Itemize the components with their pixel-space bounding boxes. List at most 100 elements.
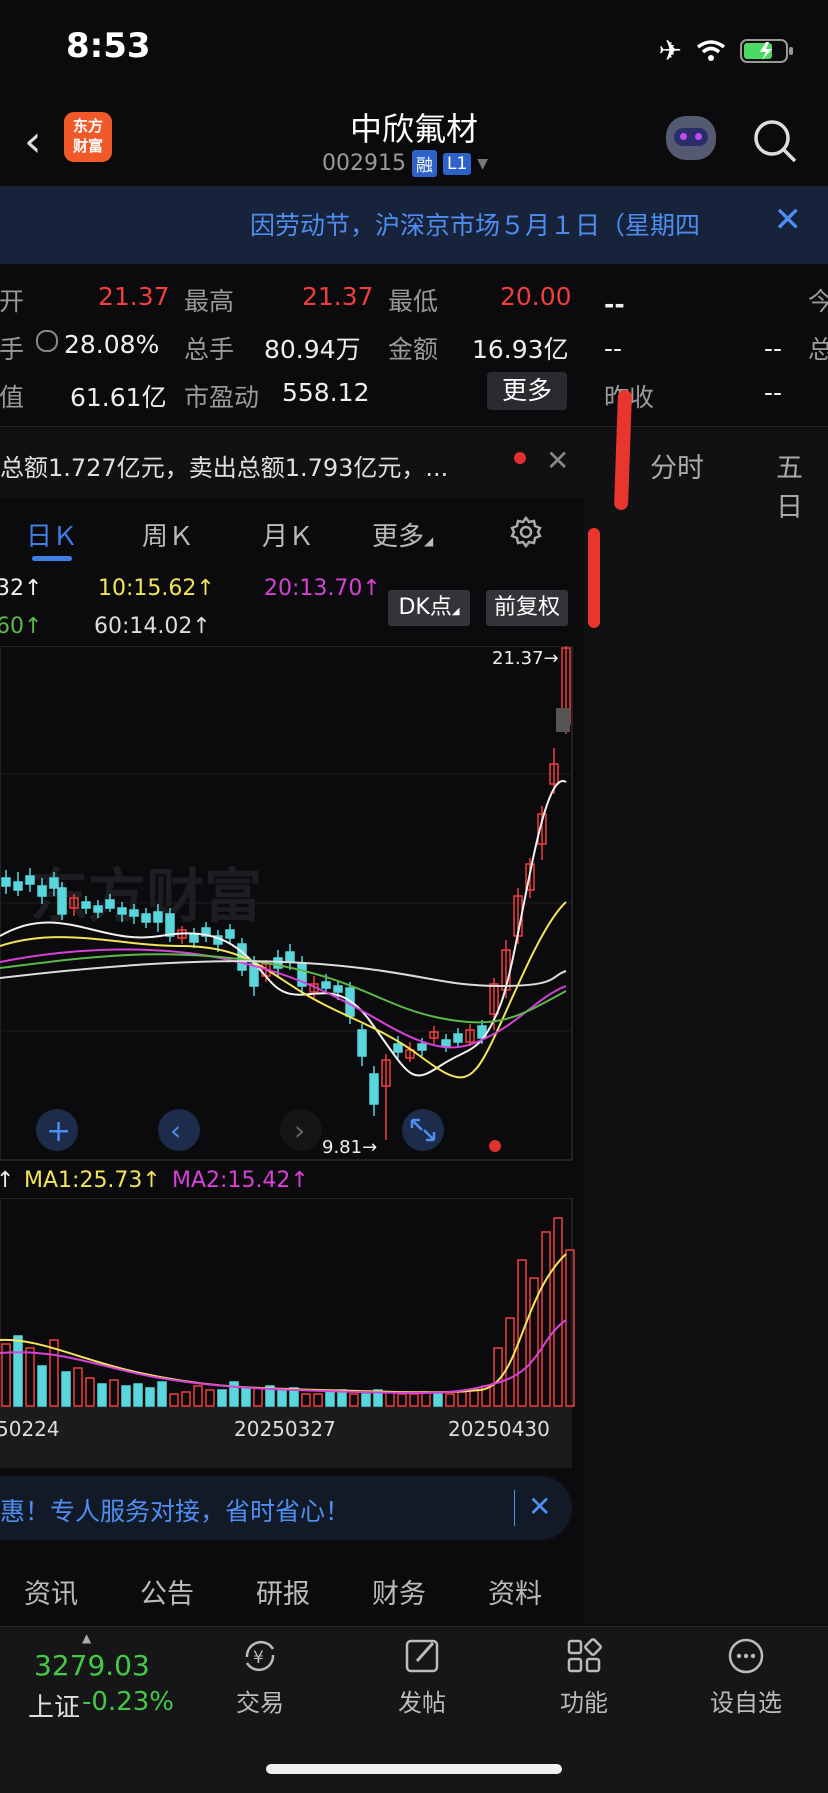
divider	[0, 426, 828, 427]
candle-body	[165, 913, 175, 937]
yen-cycle-icon: ¥	[245, 1640, 275, 1672]
candle-body	[393, 1043, 403, 1053]
trade-summary-ticker[interactable]: 总额1.727亿元，卖出总额1.793亿元，...	[0, 428, 584, 498]
volume-bar	[85, 1377, 95, 1407]
volume-chart[interactable]: 50224 20250327 20250430	[0, 1198, 584, 1468]
vol-legend-prefix: ↑	[0, 1168, 15, 1193]
close-icon[interactable]: ✕	[774, 200, 803, 240]
stock-code-group[interactable]: 002915 融 L1 ▼	[322, 150, 488, 177]
tab-more[interactable]: 更多◢	[372, 516, 433, 553]
quote-label: 今开	[0, 287, 25, 316]
candle-body	[1, 877, 11, 887]
candle-body	[13, 881, 23, 891]
volume-bar	[157, 1381, 167, 1407]
add-watchlist-button[interactable]: 设自选	[686, 1635, 806, 1718]
info-icon[interactable]	[36, 330, 58, 352]
status-icons: ✈	[659, 34, 794, 67]
candle-body	[81, 901, 91, 909]
quote-label: 最高	[184, 287, 235, 316]
candle-body	[357, 1029, 367, 1057]
volume-bar	[565, 1249, 575, 1407]
post-button[interactable]: 发帖	[362, 1635, 482, 1718]
close-icon[interactable]: ✕	[528, 1490, 551, 1523]
candle-body	[105, 899, 115, 909]
candle-body	[153, 911, 163, 923]
intraday-panel: 分时 五日	[584, 389, 828, 1624]
quote-amount: 16.93亿	[472, 335, 569, 364]
quote-prev-close: --	[764, 378, 783, 407]
volume-bar	[109, 1379, 119, 1407]
holiday-notice[interactable]: 因劳动节，沪深京市场５月１日（星期四 ✕	[0, 186, 828, 264]
functions-label: 功能	[560, 1689, 608, 1717]
kline-chart[interactable]: 东方财富 21.37→ 9.81→ + ‹ ›	[0, 646, 584, 1166]
dk-point-button[interactable]: DK点◢	[388, 590, 470, 626]
robot-assistant-icon[interactable]	[666, 116, 716, 160]
info-tabs: 资讯 公告 研报 财务 资料	[0, 1554, 584, 1624]
tab-month-k[interactable]: 月Ｋ	[262, 516, 314, 553]
volume-bar	[325, 1391, 335, 1407]
tab-day-k[interactable]: 日Ｋ	[26, 516, 78, 553]
tab-news[interactable]: 资讯	[24, 1572, 78, 1611]
functions-button[interactable]: 功能	[524, 1635, 644, 1718]
index-value[interactable]: 3279.03	[34, 1649, 150, 1682]
forward-adjust-button[interactable]: 前复权	[486, 590, 568, 626]
tab-week-k[interactable]: 周Ｋ	[142, 516, 194, 553]
tab-announcements[interactable]: 公告	[140, 1572, 194, 1611]
caret-up-icon[interactable]: ▲	[82, 1631, 91, 1645]
quote-volume: 80.94万	[264, 335, 361, 364]
gear-icon[interactable]	[508, 514, 544, 550]
grid-icon	[567, 1638, 602, 1673]
close-icon[interactable]: ✕	[546, 444, 569, 477]
candle-body	[417, 1043, 427, 1051]
candle-body	[37, 885, 47, 897]
quote-label: 换手	[0, 335, 25, 364]
tab-intraday[interactable]: 分时	[650, 446, 704, 485]
quote-right-value: --	[604, 290, 625, 319]
volume-bar	[205, 1389, 215, 1407]
search-icon[interactable]	[752, 118, 798, 164]
candle-body	[285, 951, 295, 963]
service-ad-banner[interactable]: 惠！专人服务对接，省时省心！ ✕	[0, 1476, 572, 1540]
stock-code: 002915	[322, 151, 406, 176]
ma10-legend: 10:15.62↑	[98, 576, 215, 601]
level-tag: L1	[442, 152, 472, 175]
volume-bar	[409, 1393, 419, 1407]
tab-research[interactable]: 研报	[256, 1572, 310, 1611]
vol-ma1-legend: MA1:25.73↑	[24, 1168, 161, 1193]
volume-bar	[25, 1347, 35, 1407]
date-tick: 50224	[0, 1417, 60, 1441]
volume-bar	[301, 1393, 311, 1407]
tab-profile[interactable]: 资料	[488, 1572, 542, 1611]
vol-ma2-legend: MA2:15.42↑	[172, 1168, 309, 1193]
candle-body	[49, 877, 59, 889]
home-indicator[interactable]	[266, 1764, 562, 1774]
date-tick: 20250430	[448, 1417, 550, 1441]
quote-open: 21.37	[98, 282, 170, 311]
chevron-right-icon: ›	[294, 1114, 305, 1147]
chevron-left-icon: ‹	[170, 1114, 181, 1147]
nav-header: ‹ 东方 财富 中欣氟材 002915 融 L1 ▼	[0, 88, 828, 184]
quote-label: 金额	[388, 335, 439, 364]
ad-text: 惠！专人服务对接，省时省心！	[0, 1497, 351, 1526]
volume-bar	[553, 1217, 563, 1407]
quote-label: 最低	[388, 287, 439, 316]
trade-button[interactable]: ¥ 交易	[200, 1635, 320, 1718]
volume-bar	[469, 1389, 479, 1407]
vol-ma1-line	[0, 1253, 567, 1394]
volume-bar	[97, 1383, 107, 1407]
candle-body	[117, 907, 127, 915]
red-mark	[588, 528, 600, 628]
tab-finance[interactable]: 财务	[372, 1572, 426, 1611]
plus-icon: +	[46, 1114, 71, 1149]
svg-text:¥: ¥	[253, 1648, 264, 1668]
quote-float-cap: 61.61亿	[70, 383, 167, 412]
tab-five-day[interactable]: 五日	[776, 446, 828, 524]
more-button[interactable]: 更多	[487, 372, 567, 410]
ad-divider	[514, 1490, 515, 1526]
ticker-text: 总额1.727亿元，卖出总额1.793亿元，...	[0, 454, 449, 482]
candle-body	[333, 985, 343, 993]
red-mark	[613, 389, 633, 511]
volume-bar	[253, 1387, 263, 1407]
vol-ma2-line	[0, 1319, 567, 1394]
quote-right-value: --	[764, 334, 783, 363]
